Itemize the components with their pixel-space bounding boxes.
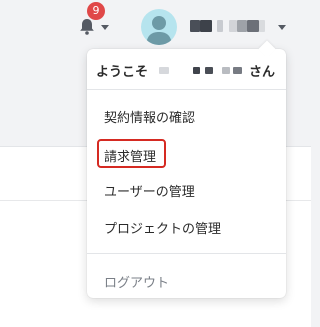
greeting-suffix: さん: [249, 65, 276, 80]
user-avatar-icon: [146, 16, 172, 45]
menu-divider: [87, 253, 286, 254]
menu-item-user-management[interactable]: ユーザーの管理: [87, 171, 286, 207]
menu-item-label: 請求管理: [104, 150, 157, 165]
menu-item-label: ユーザーの管理: [104, 185, 195, 200]
user-avatar[interactable]: [141, 9, 177, 45]
menu-item-project-management[interactable]: プロジェクトの管理: [87, 208, 286, 244]
greeting-prefix: ようこそ: [96, 65, 149, 80]
menu-item-billing[interactable]: 請求管理: [87, 136, 286, 172]
menu-item-label: プロジェクトの管理: [104, 222, 222, 237]
menu-item-contract-info[interactable]: 契約情報の確認: [87, 97, 286, 133]
logout-button[interactable]: ログアウト: [87, 262, 286, 298]
logout-label: ログアウト: [104, 276, 170, 291]
caret-down-icon[interactable]: [101, 25, 109, 30]
menu-divider: [87, 89, 286, 90]
menu-item-label: 契約情報の確認: [104, 111, 196, 126]
caret-down-icon[interactable]: [278, 25, 286, 30]
user-dropdown-menu: ようこそ さん 契約情報の確認 請求管理 ユーザーの管理 プロジェクトの管理 ロ…: [87, 40, 286, 298]
notification-count-badge[interactable]: 9: [87, 2, 105, 20]
greeting: ようこそ さん: [87, 49, 286, 89]
